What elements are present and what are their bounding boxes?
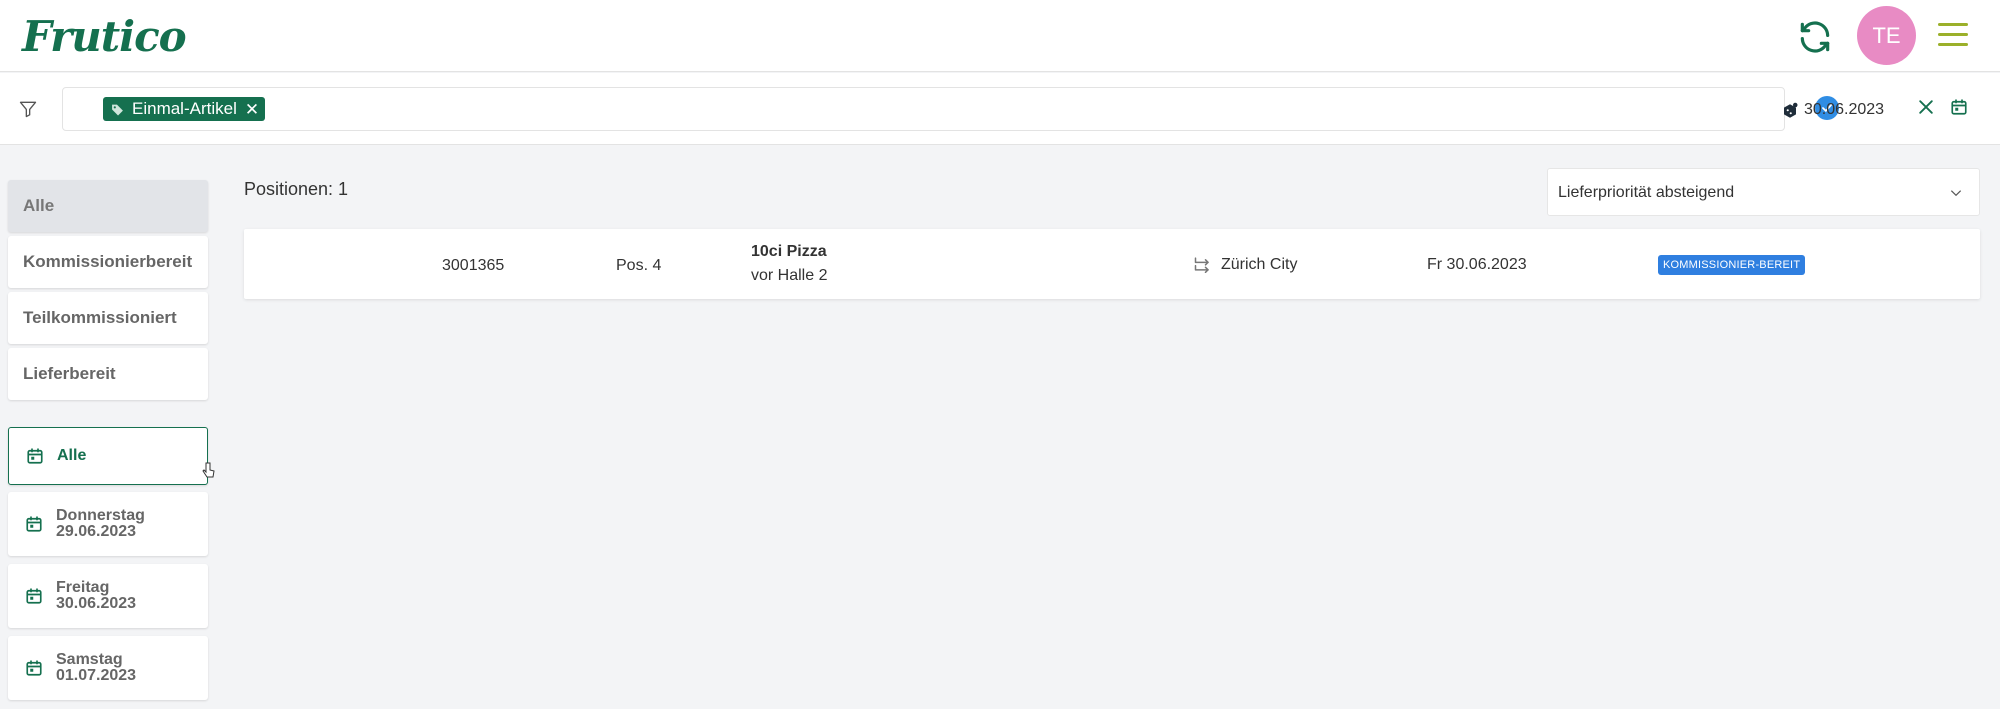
clear-date-button[interactable] — [1916, 97, 1936, 122]
sidebar: Alle Kommissionierbereit Teilkommissioni… — [0, 145, 220, 709]
sidebar-item-alle[interactable]: Alle — [8, 180, 208, 232]
positions-count: Positionen: 1 — [244, 179, 349, 199]
date-filter-weekday: Freitag — [56, 579, 110, 596]
row-customer-name: 10ci Pizza — [751, 243, 827, 260]
status-badge: KOMMISSIONIER-BEREIT — [1658, 255, 1806, 275]
sort-select-value: Lieferpriorität absteigend — [1558, 184, 1735, 201]
date-filter-freitag[interactable]: Freitag 30.06.2023 — [8, 564, 208, 628]
app-logo[interactable]: Frutico — [22, 12, 187, 61]
row-delivery-date: Fr 30.06.2023 — [1427, 256, 1527, 273]
date-filter-weekday: Donnerstag — [56, 507, 145, 524]
sort-select[interactable]: Lieferpriorität absteigend — [1547, 168, 1980, 216]
row-position: Pos. 4 — [616, 257, 662, 274]
app-header: Frutico TE — [0, 0, 2000, 72]
date-filter-alle[interactable]: Alle — [8, 427, 208, 485]
sidebar-item-teilkommissioniert[interactable]: Teilkommissioniert — [8, 292, 208, 344]
mouse-cursor-icon — [202, 462, 216, 485]
filter-date-value[interactable]: 30.06.2023 — [1804, 101, 1884, 119]
filter-chip-label: Einmal-Artikel — [132, 99, 237, 118]
row-order-id: 3001365 — [442, 257, 505, 274]
close-icon[interactable]: ✕ — [245, 101, 259, 118]
filter-funnel-icon[interactable] — [18, 99, 38, 124]
dice-icon[interactable] — [1781, 102, 1799, 125]
table-row[interactable]: 3001365 Pos. 4 10ci Pizza vor Halle 2 Zü… — [244, 229, 1980, 299]
calendar-icon — [26, 516, 42, 532]
sidebar-item-kommissionierbereit[interactable]: Kommissionierbereit — [8, 236, 208, 288]
calendar-icon — [26, 588, 42, 604]
calendar-icon — [27, 448, 43, 464]
date-filter-samstag[interactable]: Samstag 01.07.2023 — [8, 636, 208, 700]
hamburger-menu-icon — [1938, 23, 1970, 46]
calendar-icon — [26, 660, 42, 676]
user-avatar[interactable]: TE — [1857, 6, 1916, 65]
filter-search-input[interactable]: Einmal-Artikel ✕ — [62, 87, 1839, 131]
row-location: vor Halle 2 — [751, 267, 828, 284]
route-icon — [1193, 255, 1213, 278]
refresh-button[interactable] — [1796, 18, 1834, 56]
hamburger-menu-button[interactable] — [1938, 18, 1970, 54]
filter-bar: Einmal-Artikel ✕ 30.06.2023 — [0, 73, 2000, 145]
sidebar-item-label: Alle — [23, 196, 55, 215]
sidebar-item-label: Kommissionierbereit — [23, 252, 193, 271]
filter-chip-einmal-artikel: Einmal-Artikel ✕ — [103, 97, 266, 121]
sidebar-item-lieferbereit[interactable]: Lieferbereit — [8, 348, 208, 400]
open-calendar-button[interactable] — [1950, 97, 1968, 122]
sidebar-item-label: Teilkommissioniert — [23, 308, 177, 327]
close-icon — [1919, 100, 1933, 114]
row-route: Zürich City — [1221, 256, 1298, 273]
date-filter-donnerstag[interactable]: Donnerstag 29.06.2023 — [8, 492, 208, 556]
date-filter-date: 01.07.2023 — [56, 667, 137, 684]
sidebar-item-label: Lieferbereit — [23, 364, 116, 383]
tag-icon — [112, 104, 123, 115]
calendar-icon — [1951, 99, 1967, 115]
date-filter-label: Alle — [57, 447, 87, 464]
refresh-icon — [1800, 21, 1830, 53]
main-content: Positionen: 1 Lieferpriorität absteigend… — [220, 145, 2000, 709]
date-filter-date: 30.06.2023 — [56, 595, 137, 612]
date-filter-date: 29.06.2023 — [56, 523, 137, 540]
chevron-down-icon — [1950, 190, 1962, 197]
date-filter-weekday: Samstag — [56, 651, 123, 668]
